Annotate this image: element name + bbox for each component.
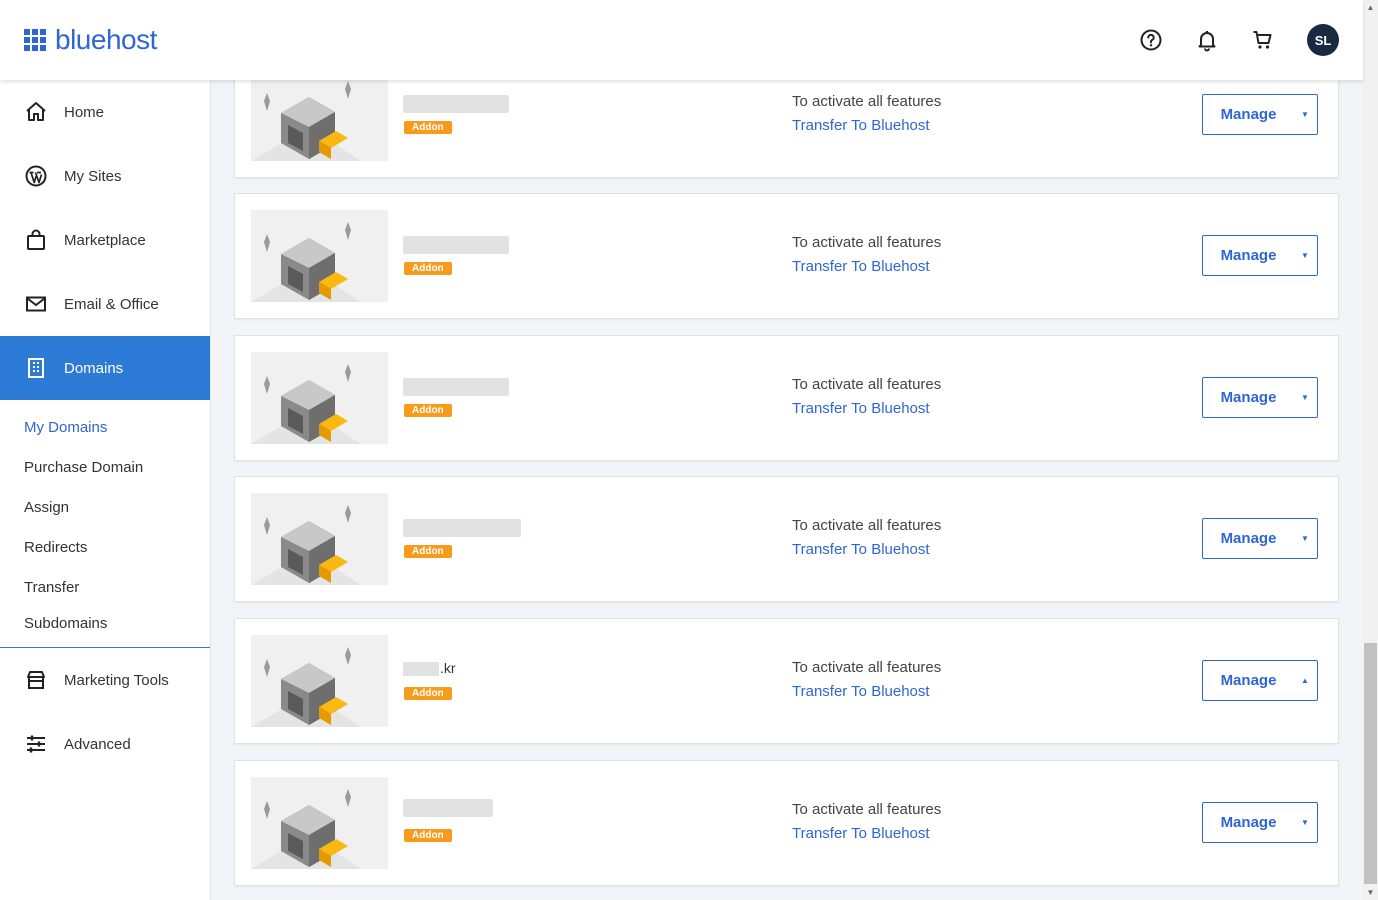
sidebar-item-marketing-tools[interactable]: Marketing Tools <box>0 648 210 712</box>
scroll-up-arrow-icon[interactable]: ▲ <box>1363 0 1378 15</box>
domain-name-redacted <box>403 95 509 113</box>
storefront-icon <box>27 671 45 689</box>
building-icon <box>28 358 44 378</box>
domain-tld: .kr <box>440 660 456 676</box>
activate-note: To activate all features <box>792 517 942 534</box>
submenu-transfer[interactable]: Transfer <box>24 579 79 596</box>
manage-split-button: Manage ▼ <box>1202 377 1319 418</box>
caret-down-icon[interactable]: ▼ <box>1293 377 1318 418</box>
domain-name: .kr <box>403 660 456 677</box>
addon-badge: Addon <box>404 687 452 700</box>
manage-split-button: Manage ▲ <box>1202 660 1319 701</box>
domain-card: .kr Addon To activate all features Trans… <box>234 618 1339 744</box>
addon-badge: Addon <box>404 545 452 558</box>
domain-name-redacted <box>403 236 509 254</box>
sidebar-item-home[interactable]: Home <box>0 80 210 144</box>
domain-card: Addon To activate all features Transfer … <box>234 335 1339 461</box>
caret-down-icon[interactable]: ▼ <box>1293 94 1318 135</box>
page-scrollbar[interactable]: ▲ ▼ <box>1363 0 1378 900</box>
domain-house-illustration-icon <box>251 777 388 869</box>
manage-split-button: Manage ▼ <box>1202 802 1319 843</box>
caret-down-icon[interactable]: ▼ <box>1293 235 1318 276</box>
submenu-purchase-domain[interactable]: Purchase Domain <box>24 459 143 476</box>
envelope-icon <box>26 296 46 312</box>
manage-button[interactable]: Manage <box>1202 802 1295 843</box>
transfer-link[interactable]: Transfer To Bluehost <box>792 117 930 134</box>
domain-name-redacted <box>403 378 509 396</box>
transfer-link[interactable]: Transfer To Bluehost <box>792 400 930 417</box>
sliders-icon <box>27 735 45 753</box>
manage-button[interactable]: Manage <box>1202 377 1295 418</box>
transfer-link[interactable]: Transfer To Bluehost <box>792 683 930 700</box>
domain-name-redacted <box>403 799 493 817</box>
domain-card: Addon To activate all features Transfer … <box>234 476 1339 602</box>
cart-icon[interactable] <box>1251 28 1275 52</box>
help-icon[interactable] <box>1139 28 1163 52</box>
sidebar-item-email-office[interactable]: Email & Office <box>0 272 210 336</box>
sidebar-item-label: My Sites <box>64 167 122 185</box>
sidebar-nav: Home My Sites Marketplace Email & Office… <box>0 80 211 900</box>
activate-note: To activate all features <box>792 659 942 676</box>
sidebar-item-label: Domains <box>64 359 124 377</box>
bluehost-logo[interactable]: bluehost <box>24 24 157 56</box>
activate-note: To activate all features <box>792 801 942 818</box>
submenu-assign[interactable]: Assign <box>24 499 69 516</box>
domain-house-illustration-icon <box>251 493 388 585</box>
transfer-link[interactable]: Transfer To Bluehost <box>792 541 930 558</box>
scroll-down-arrow-icon[interactable]: ▼ <box>1363 885 1378 900</box>
manage-button[interactable]: Manage <box>1202 660 1295 701</box>
sidebar-item-label: Marketplace <box>64 231 146 249</box>
brand-name: bluehost <box>55 24 157 55</box>
sidebar-item-my-sites[interactable]: My Sites <box>0 144 210 208</box>
submenu-subdomains[interactable]: Subdomains <box>24 615 107 632</box>
submenu-my-domains[interactable]: My Domains <box>24 419 107 436</box>
logo-grid-icon <box>24 29 46 51</box>
sidebar-item-label: Marketing Tools <box>64 671 169 689</box>
addon-badge: Addon <box>404 404 452 417</box>
addon-badge: Addon <box>404 262 452 275</box>
domain-house-illustration-icon <box>251 635 388 727</box>
manage-split-button: Manage ▼ <box>1202 518 1319 559</box>
caret-down-icon[interactable]: ▼ <box>1293 802 1318 843</box>
sidebar-item-marketplace[interactable]: Marketplace <box>0 208 210 272</box>
sidebar-item-label: Advanced <box>64 735 131 753</box>
manage-button[interactable]: Manage <box>1202 518 1295 559</box>
addon-badge: Addon <box>404 121 452 134</box>
home-icon <box>26 102 46 121</box>
domain-house-illustration-icon <box>251 210 388 302</box>
caret-up-icon[interactable]: ▲ <box>1293 660 1318 701</box>
activate-note: To activate all features <box>792 234 942 251</box>
sidebar-item-label: Email & Office <box>64 295 159 313</box>
bell-icon[interactable] <box>1195 28 1219 52</box>
manage-button[interactable]: Manage <box>1202 235 1295 276</box>
submenu-redirects[interactable]: Redirects <box>24 539 87 556</box>
manage-button[interactable]: Manage <box>1202 94 1295 135</box>
transfer-link[interactable]: Transfer To Bluehost <box>792 258 930 275</box>
sidebar-item-advanced[interactable]: Advanced <box>0 712 210 776</box>
domain-card: Addon To activate all features Transfer … <box>234 193 1339 319</box>
sidebar-item-label: Home <box>64 103 105 121</box>
addon-badge: Addon <box>404 829 452 842</box>
activate-note: To activate all features <box>792 376 942 393</box>
domain-name-redacted <box>403 519 521 537</box>
user-avatar[interactable]: SL <box>1307 24 1339 56</box>
manage-split-button: Manage ▼ <box>1202 235 1319 276</box>
caret-down-icon[interactable]: ▼ <box>1293 518 1318 559</box>
manage-split-button: Manage ▼ <box>1202 94 1319 135</box>
domain-house-illustration-icon <box>251 352 388 444</box>
shopping-bag-icon <box>27 229 45 250</box>
transfer-link[interactable]: Transfer To Bluehost <box>792 825 930 842</box>
sidebar-item-domains[interactable]: Domains <box>0 336 210 400</box>
wordpress-icon <box>25 165 47 187</box>
domain-house-illustration-icon <box>251 69 388 161</box>
domain-name-redacted <box>403 662 439 677</box>
activate-note: To activate all features <box>792 93 942 110</box>
top-header: bluehost SL <box>0 0 1363 80</box>
domain-card: Addon To activate all features Transfer … <box>234 760 1339 886</box>
scrollbar-thumb[interactable] <box>1364 643 1377 884</box>
